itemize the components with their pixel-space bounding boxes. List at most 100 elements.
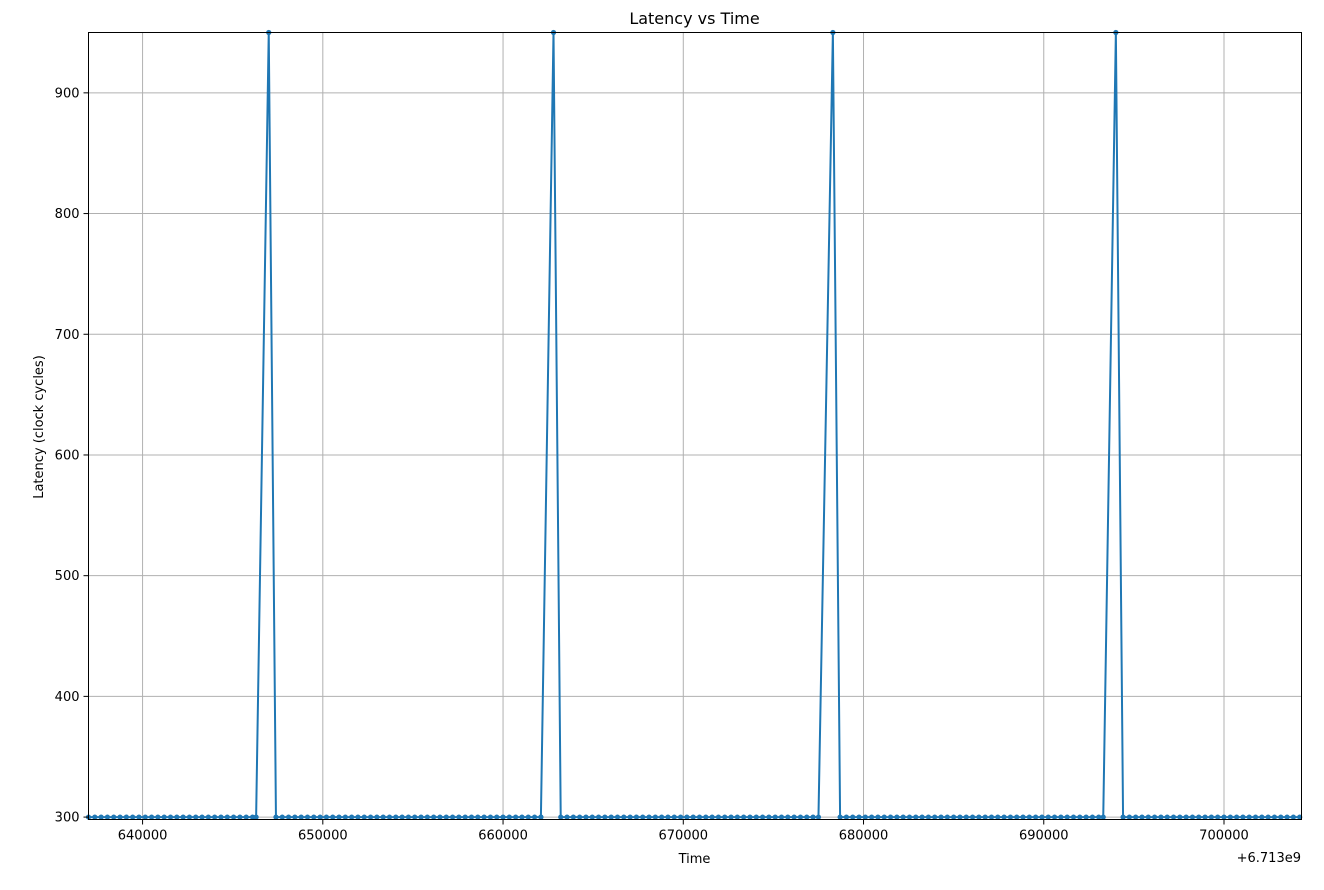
- chart-title: Latency vs Time: [629, 9, 759, 28]
- data-point: [374, 814, 380, 820]
- data-point: [1170, 814, 1177, 820]
- data-point: [951, 814, 957, 820]
- y-tick-label: 500: [55, 569, 80, 584]
- data-point: [1265, 814, 1271, 820]
- data-point: [837, 814, 843, 820]
- data-point: [753, 814, 759, 820]
- data-point: [785, 814, 791, 820]
- data-point: [957, 814, 963, 820]
- data-point: [1145, 814, 1151, 820]
- data-point: [468, 814, 475, 820]
- data-point: [253, 814, 259, 820]
- data-point: [715, 814, 722, 820]
- data-point: [1070, 814, 1077, 820]
- data-point: [684, 814, 690, 820]
- data-point: [875, 814, 881, 820]
- y-tick-label: 600: [55, 448, 80, 463]
- data-point: [279, 814, 285, 820]
- data-point: [123, 814, 129, 820]
- data-point: [1164, 814, 1170, 820]
- data-point: [665, 814, 671, 820]
- data-point: [1158, 814, 1164, 820]
- data-point: [380, 814, 386, 820]
- data-point: [205, 814, 211, 820]
- data-point: [558, 814, 564, 820]
- data-point: [887, 814, 894, 820]
- data-point: [850, 814, 856, 820]
- data-point: [193, 814, 199, 820]
- data-point: [703, 814, 709, 820]
- data-point: [602, 814, 608, 820]
- data-point: [791, 814, 797, 820]
- data-point: [728, 814, 734, 820]
- data-point: [456, 814, 462, 820]
- data-point: [519, 814, 525, 820]
- data-point: [361, 814, 367, 820]
- data-point: [117, 814, 123, 820]
- data-point: [766, 814, 772, 820]
- data-point: [1089, 814, 1096, 820]
- data-point: [747, 814, 753, 820]
- data-point: [1278, 814, 1284, 820]
- data-point: [500, 814, 506, 820]
- data-point: [677, 814, 684, 820]
- data-point: [224, 814, 230, 820]
- data-point: [437, 814, 443, 820]
- x-axis-ticks: 640000 650000 660000 670000 680000 690000 7000…: [118, 819, 1249, 844]
- data-point: [759, 814, 766, 820]
- data-point: [988, 814, 995, 820]
- x-tick-label: 700000: [1199, 829, 1249, 844]
- data-point: [1290, 814, 1296, 820]
- data-point: [1234, 814, 1240, 820]
- data-point: [1196, 814, 1202, 820]
- data-point: [741, 814, 747, 820]
- data-point: [881, 814, 887, 820]
- data-point: [1026, 814, 1032, 820]
- data-point: [405, 814, 412, 820]
- data-point: [690, 814, 696, 820]
- x-tick-label: 640000: [118, 829, 168, 844]
- data-point: [1240, 814, 1246, 820]
- y-axis-label: Latency (clock cycles): [32, 355, 47, 499]
- data-point: [1133, 814, 1139, 820]
- data-point: [995, 814, 1001, 820]
- data-point: [894, 814, 900, 820]
- data-point: [1007, 814, 1014, 820]
- data-point: [148, 814, 155, 820]
- data-point: [778, 814, 785, 820]
- data-point: [1033, 814, 1039, 820]
- data-point: [386, 814, 393, 820]
- data-point: [906, 814, 913, 820]
- data-point: [577, 814, 583, 820]
- data-point: [976, 814, 982, 820]
- data-point: [513, 814, 519, 820]
- data-point: [722, 814, 728, 820]
- data-point: [709, 814, 715, 820]
- data-point: [925, 814, 932, 820]
- data-point: [1271, 814, 1278, 820]
- data-point: [1139, 814, 1145, 820]
- y-axis-ticks: 300 400 500 600 700 800 900: [55, 86, 89, 826]
- data-point: [186, 814, 193, 820]
- data-point: [336, 814, 342, 820]
- plot-data-group: [85, 29, 1303, 820]
- data-point: [640, 814, 646, 820]
- data-point: [843, 814, 849, 820]
- data-point: [608, 814, 614, 820]
- data-point: [627, 814, 633, 820]
- data-point: [431, 814, 437, 820]
- data-point: [167, 814, 174, 820]
- x-tick-label: 660000: [478, 829, 528, 844]
- data-point: [531, 814, 538, 820]
- data-point: [136, 814, 142, 820]
- data-point: [487, 814, 494, 820]
- data-point: [155, 814, 161, 820]
- data-point: [621, 814, 627, 820]
- data-point: [494, 814, 500, 820]
- data-point: [1208, 814, 1214, 820]
- data-point: [538, 814, 544, 820]
- data-point: [810, 814, 816, 820]
- y-tick-label: 900: [55, 86, 80, 101]
- data-point: [1020, 814, 1026, 820]
- data-point: [1058, 814, 1064, 820]
